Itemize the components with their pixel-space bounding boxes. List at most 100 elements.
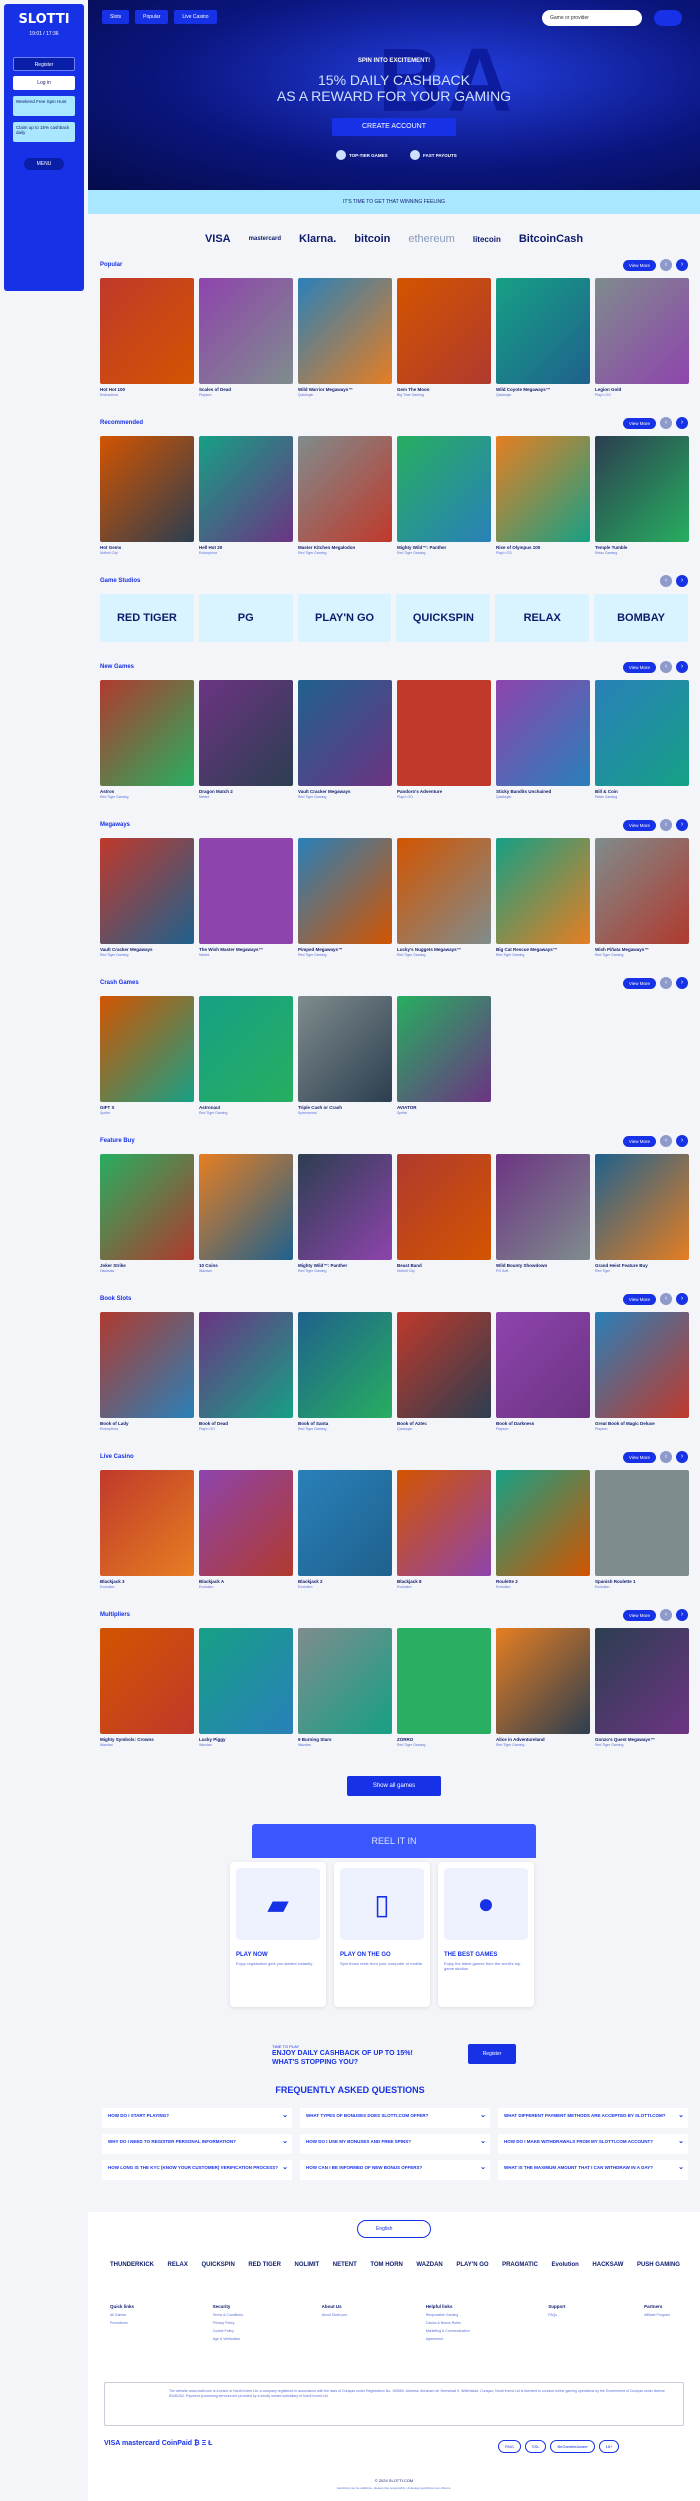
prev-arrow-icon[interactable]: ‹ — [660, 1451, 672, 1463]
game-thumbnail[interactable] — [397, 1312, 491, 1418]
game-card[interactable]: Mighty Wild™: Panther Red Tiger Gaming — [298, 1154, 392, 1273]
logo[interactable]: SLOTTI — [10, 12, 78, 27]
game-card[interactable]: Beast Band Nolimit City — [397, 1154, 491, 1273]
section-title[interactable]: Book Slots — [100, 1296, 688, 1302]
faq-item[interactable]: WHAT IS THE MAXIMUM AMOUNT THAT I CAN WI… — [498, 2160, 688, 2180]
game-card[interactable]: Great Book of Magic Deluxe Playson — [595, 1312, 689, 1431]
game-thumbnail[interactable] — [298, 1628, 392, 1734]
game-card[interactable]: Temple Tumble Relax Gaming — [595, 436, 689, 555]
login-button[interactable]: Log in — [13, 76, 75, 90]
view-more-button[interactable]: View More — [622, 819, 656, 831]
prev-arrow-icon[interactable]: ‹ — [660, 417, 672, 429]
game-card[interactable]: Mighty Wild™: Panther Red Tiger Gaming — [397, 436, 491, 555]
game-thumbnail[interactable] — [496, 1470, 590, 1576]
studio-card[interactable]: RELAX — [495, 594, 590, 642]
register-button[interactable]: Register — [13, 57, 75, 71]
game-thumbnail[interactable] — [397, 680, 491, 786]
studio-card[interactable]: BOMBAY — [594, 594, 688, 642]
section-title[interactable]: Recommended — [100, 420, 688, 426]
game-thumbnail[interactable] — [595, 436, 689, 542]
game-card[interactable]: Rise of Olympus 100 Play'n GO — [496, 436, 590, 555]
faq-item[interactable]: WHY DO I NEED TO REGISTER PERSONAL INFOR… — [102, 2134, 292, 2154]
game-thumbnail[interactable] — [298, 996, 392, 1102]
game-thumbnail[interactable] — [496, 436, 590, 542]
promo-card[interactable]: Claim up to 15% cashback daily — [13, 122, 75, 142]
register-cta-button[interactable]: Register — [468, 2044, 516, 2064]
game-thumbnail[interactable] — [496, 680, 590, 786]
game-thumbnail[interactable] — [199, 680, 293, 786]
game-card[interactable]: ZORRO Red Tiger Gaming — [397, 1628, 491, 1747]
next-arrow-icon[interactable]: › — [676, 417, 688, 429]
game-thumbnail[interactable] — [100, 1154, 194, 1260]
game-card[interactable]: The Wish Master Megaways™ Netent — [199, 838, 293, 957]
footer-link[interactable]: Age & Verification — [213, 2337, 243, 2341]
game-card[interactable]: Book of Darkness Playson — [496, 1312, 590, 1431]
game-thumbnail[interactable] — [298, 680, 392, 786]
game-card[interactable]: Pandoro's Adventure Play'n GO — [397, 680, 491, 799]
game-card[interactable]: Vault Cracker Megaways Red Tiger Gaming — [298, 680, 392, 799]
game-card[interactable]: Wild Coyote Megaways™ Quickspin — [496, 278, 590, 397]
game-card[interactable]: Astros Red Tiger Gaming — [100, 680, 194, 799]
game-thumbnail[interactable] — [397, 1154, 491, 1260]
game-thumbnail[interactable] — [595, 1470, 689, 1576]
prev-arrow-icon[interactable]: ‹ — [660, 1609, 672, 1621]
game-thumbnail[interactable] — [298, 1470, 392, 1576]
game-thumbnail[interactable] — [397, 278, 491, 384]
create-account-button[interactable]: CREATE ACCOUNT — [332, 118, 456, 136]
next-arrow-icon[interactable]: › — [676, 1451, 688, 1463]
game-card[interactable]: Blackjack 2 Evolution — [298, 1470, 392, 1589]
studio-card[interactable]: PG — [198, 594, 293, 642]
game-card[interactable]: Big Cat Rescue Megaways™ Red Tiger Gaming — [496, 838, 590, 957]
faq-item[interactable]: HOW LONG IS THE KYC (KNOW YOUR CUSTOMER)… — [102, 2160, 292, 2180]
section-title[interactable]: Live Casino — [100, 1454, 688, 1460]
prev-arrow-icon[interactable]: ‹ — [660, 661, 672, 673]
game-card[interactable]: Hot Gems Nolimit City — [100, 436, 194, 555]
game-card[interactable]: Joker Strike Hacksaw — [100, 1154, 194, 1273]
view-more-button[interactable]: View More — [622, 417, 656, 429]
game-thumbnail[interactable] — [397, 1628, 491, 1734]
section-title[interactable]: Feature Buy — [100, 1138, 688, 1144]
prev-arrow-icon[interactable]: ‹ — [660, 819, 672, 831]
game-card[interactable]: Wish Piñata Megaways™ Red Tiger Gaming — [595, 838, 689, 957]
view-more-button[interactable]: View More — [622, 661, 656, 673]
game-card[interactable]: Mighty Symbols: Crowns Wazdan — [100, 1628, 194, 1747]
section-title[interactable]: Multipliers — [100, 1612, 688, 1618]
game-card[interactable]: Blackjack 3 Evolution — [100, 1470, 194, 1589]
faq-item[interactable]: WHAT TYPES OF BONUSES DOES SLOTTI.COM OF… — [300, 2108, 490, 2128]
game-card[interactable]: Vault Cracker Megaways Red Tiger Gaming — [100, 838, 194, 957]
game-thumbnail[interactable] — [298, 1312, 392, 1418]
game-thumbnail[interactable] — [595, 278, 689, 384]
game-thumbnail[interactable] — [397, 1470, 491, 1576]
view-more-button[interactable]: View More — [622, 259, 656, 271]
game-thumbnail[interactable] — [100, 680, 194, 786]
game-thumbnail[interactable] — [199, 1628, 293, 1734]
game-card[interactable]: Blackjack 8 Evolution — [397, 1470, 491, 1589]
footer-link[interactable]: Agreement — [426, 2337, 470, 2341]
game-card[interactable]: Hell Hot 20 Endorphina — [199, 436, 293, 555]
game-card[interactable]: Blackjack A Evolution — [199, 1470, 293, 1589]
game-thumbnail[interactable] — [199, 838, 293, 944]
game-thumbnail[interactable] — [595, 1154, 689, 1260]
game-card[interactable]: Legion Gold Play'n GO — [595, 278, 689, 397]
footer-link[interactable]: Marketing & Communication — [426, 2329, 470, 2333]
nav-slots[interactable]: Slots — [102, 10, 130, 24]
game-thumbnail[interactable] — [100, 996, 194, 1102]
game-thumbnail[interactable] — [595, 680, 689, 786]
menu-button[interactable]: MENU — [24, 158, 64, 170]
game-card[interactable]: Alice in Adventureland Red Tiger Gaming — [496, 1628, 590, 1747]
prev-arrow-icon[interactable]: ‹ — [660, 1293, 672, 1305]
faq-item[interactable]: HOW CAN I BE INFORMED OF NEW BONUS OFFER… — [300, 2160, 490, 2180]
game-card[interactable]: Hot Hot 100 Endorphina — [100, 278, 194, 397]
prev-arrow-icon[interactable]: ‹ — [660, 259, 672, 271]
game-thumbnail[interactable] — [397, 996, 491, 1102]
game-card[interactable]: Dragon Match 2 Netent — [199, 680, 293, 799]
game-card[interactable]: Gem The Moon Big Time Gaming — [397, 278, 491, 397]
game-card[interactable]: Gonzo's Quest Megaways™ Red Tiger Gaming — [595, 1628, 689, 1747]
section-title[interactable]: Megaways — [100, 822, 688, 828]
next-arrow-icon[interactable]: › — [676, 977, 688, 989]
game-card[interactable]: AVIATOR Spribe — [397, 996, 491, 1115]
game-card[interactable]: Grand Heist Feature Buy Red Tiger — [595, 1154, 689, 1273]
game-card[interactable]: Triple Cash or Crash Spinomenal — [298, 996, 392, 1115]
faq-item[interactable]: HOW DO I MAKE WITHDRAWALS FROM MY SLOTTI… — [498, 2134, 688, 2154]
game-thumbnail[interactable] — [595, 838, 689, 944]
